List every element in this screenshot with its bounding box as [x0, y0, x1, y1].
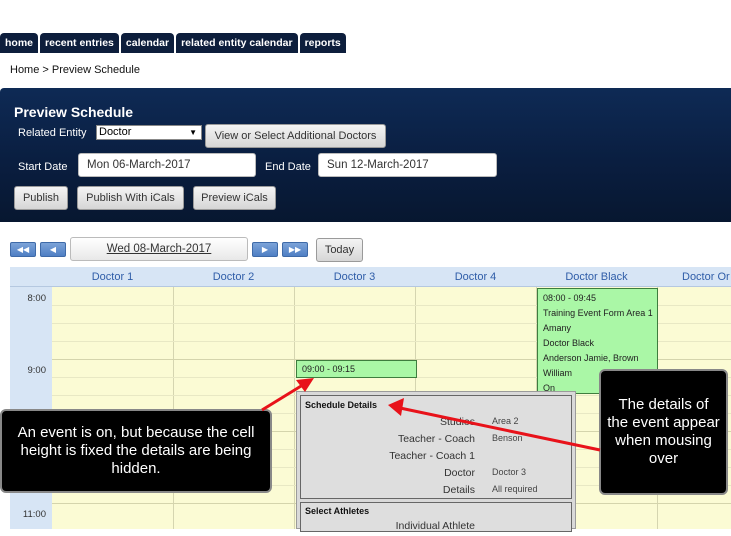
end-date-field[interactable]: Sun 12-March-2017	[318, 153, 497, 177]
time-label-9: 9:00	[27, 365, 47, 376]
preview-schedule-panel: Preview Schedule Related Entity Doctor ▼…	[0, 88, 731, 222]
preview-icals-button[interactable]: Preview iCals	[193, 186, 276, 210]
event-line: Doctor Black	[543, 338, 595, 348]
detail-value: Area 2	[492, 416, 519, 426]
start-date-field[interactable]: Mon 06-March-2017	[78, 153, 256, 177]
select-athletes-box: Select Athletes Individual Athlete	[300, 502, 572, 532]
top-nav: home recent entries calendar related ent…	[0, 33, 346, 53]
dropdown-arrow-icon: ▼	[189, 128, 197, 137]
detail-row-details: Details All required	[301, 484, 571, 500]
start-date-label: Start Date	[18, 161, 68, 173]
column-header-doctor-2[interactable]: Doctor 2	[173, 267, 294, 287]
select-athletes-title: Select Athletes	[305, 506, 370, 516]
tab-related-entity-calendar[interactable]: related entity calendar	[176, 33, 298, 53]
callout-mouseover-details: The details of the event appear when mou…	[599, 369, 728, 495]
breadcrumb: Home > Preview Schedule	[10, 64, 140, 76]
today-button[interactable]: Today	[316, 238, 363, 262]
schedule-details-title: Schedule Details	[305, 400, 378, 410]
tab-calendar[interactable]: calendar	[120, 33, 175, 53]
related-entity-label: Related Entity	[18, 127, 87, 139]
tab-reports[interactable]: reports	[299, 33, 346, 53]
detail-label: Studios	[439, 416, 475, 428]
end-date-label: End Date	[265, 161, 311, 173]
column-header-doctor-1[interactable]: Doctor 1	[52, 267, 173, 287]
event-line: Amany	[543, 323, 572, 333]
event-line: Anderson Jamie, Brown	[543, 353, 639, 363]
athlete-label: Individual Athlete	[395, 520, 475, 532]
view-additional-doctors-button[interactable]: View or Select Additional Doctors	[205, 124, 386, 148]
event-title: Training Event Form Area 1	[543, 308, 653, 318]
publish-with-icals-button[interactable]: Publish With iCals	[77, 186, 184, 210]
detail-value: All required	[492, 484, 538, 494]
tab-recent-entries[interactable]: recent entries	[40, 33, 119, 53]
last-day-button[interactable]: ▶▶	[282, 242, 308, 257]
detail-label: Details	[442, 484, 475, 496]
current-date-button[interactable]: Wed 08-March-2017	[70, 237, 248, 261]
detail-label: Doctor	[444, 467, 475, 479]
detail-row-doctor: Doctor Doctor 3	[301, 467, 571, 483]
schedule-details-box: Schedule Details Studios Area 2 Teacher …	[300, 395, 572, 499]
column-header-doctor-3[interactable]: Doctor 3	[294, 267, 415, 287]
detail-value: Doctor 3	[492, 467, 527, 477]
breadcrumb-home[interactable]: Home	[10, 64, 39, 76]
column-header-doctor-or[interactable]: Doctor Or	[657, 267, 731, 287]
column-header-doctor-4[interactable]: Doctor 4	[415, 267, 536, 287]
detail-row-teacher-coach-1: Teacher - Coach 1	[301, 450, 571, 466]
related-entity-value: Doctor	[99, 126, 132, 138]
detail-row-teacher-coach: Teacher - Coach Benson	[301, 433, 571, 449]
tab-home[interactable]: home	[0, 33, 39, 53]
detail-label: Teacher - Coach	[397, 433, 475, 445]
breadcrumb-current: Preview Schedule	[51, 64, 140, 76]
detail-value: Benson	[492, 433, 523, 443]
first-day-button[interactable]: ◀◀	[10, 242, 36, 257]
next-day-button[interactable]: ▶	[252, 242, 278, 257]
callout-hidden-details: An event is on, but because the cell hei…	[0, 409, 272, 493]
event-details-popup: Schedule Details Studios Area 2 Teacher …	[296, 391, 576, 532]
event-doctor-3[interactable]: 09:00 - 09:15	[296, 360, 417, 378]
event-time: 08:00 - 09:45	[543, 293, 597, 303]
publish-button[interactable]: Publish	[14, 186, 68, 210]
time-label-11: 11:00	[22, 509, 46, 520]
column-header-doctor-black[interactable]: Doctor Black	[536, 267, 657, 287]
time-label-8: 8:00	[27, 293, 47, 304]
detail-label: Teacher - Coach 1	[389, 450, 475, 462]
calendar-header: Doctor 1 Doctor 2 Doctor 3 Doctor 4 Doct…	[10, 267, 731, 287]
breadcrumb-separator: >	[39, 64, 52, 76]
related-entity-select[interactable]: Doctor ▼	[96, 125, 202, 140]
athlete-row: Individual Athlete	[301, 520, 571, 536]
page-title: Preview Schedule	[14, 104, 134, 120]
detail-row-studios: Studios Area 2	[301, 416, 571, 432]
previous-day-button[interactable]: ◀	[40, 242, 66, 257]
